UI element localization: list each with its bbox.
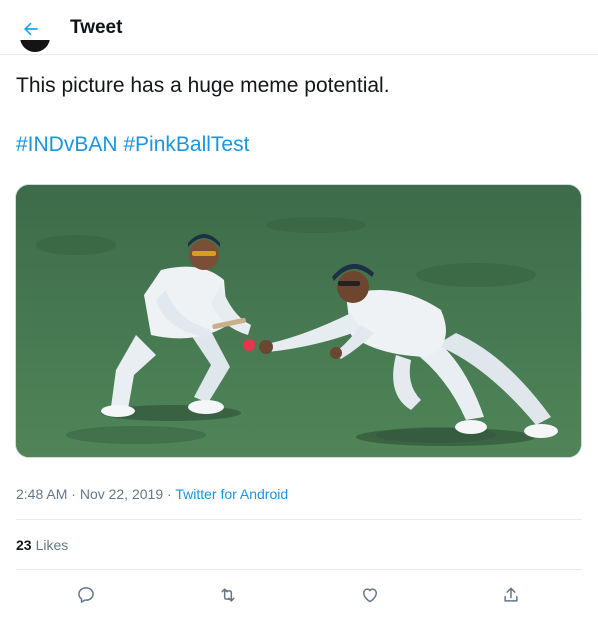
hashtag-link[interactable]: #INDvBAN bbox=[16, 133, 118, 156]
likes-label: Likes bbox=[35, 537, 69, 553]
header: Tweet bbox=[0, 0, 598, 55]
likes-stat[interactable]: 23 Likes bbox=[16, 537, 68, 553]
pink-ball bbox=[243, 339, 255, 351]
like-button[interactable] bbox=[353, 578, 387, 612]
reply-button[interactable] bbox=[69, 578, 103, 612]
tweet-date[interactable]: Nov 22, 2019 bbox=[80, 486, 163, 502]
tweet-text: This picture has a huge meme potential. bbox=[16, 74, 390, 97]
heart-icon bbox=[363, 588, 377, 603]
tweet-meta: 2:48 AM · Nov 22, 2019 · Twitter for And… bbox=[16, 486, 289, 502]
tweet-time: 2:48 AM bbox=[16, 486, 68, 502]
hashtag-link[interactable]: #PinkBallTest bbox=[123, 133, 249, 156]
tweet-image[interactable] bbox=[15, 184, 582, 458]
page-title: Tweet bbox=[70, 17, 123, 38]
share-icon bbox=[504, 587, 518, 602]
likes-count: 23 bbox=[16, 537, 32, 553]
share-button[interactable] bbox=[494, 578, 528, 612]
divider bbox=[16, 569, 582, 570]
divider bbox=[16, 519, 582, 520]
avatar[interactable] bbox=[20, 40, 50, 54]
hashtags: #INDvBAN #PinkBallTest bbox=[16, 131, 249, 159]
tweet-source[interactable]: Twitter for Android bbox=[175, 486, 288, 502]
retweet-icon bbox=[221, 588, 235, 602]
tweet-page: Tweet This picture has a huge meme poten… bbox=[0, 0, 598, 618]
reply-icon bbox=[78, 587, 94, 603]
retweet-button[interactable] bbox=[211, 578, 245, 612]
arrow-left-icon bbox=[24, 22, 38, 36]
tweet-actions bbox=[16, 578, 582, 610]
